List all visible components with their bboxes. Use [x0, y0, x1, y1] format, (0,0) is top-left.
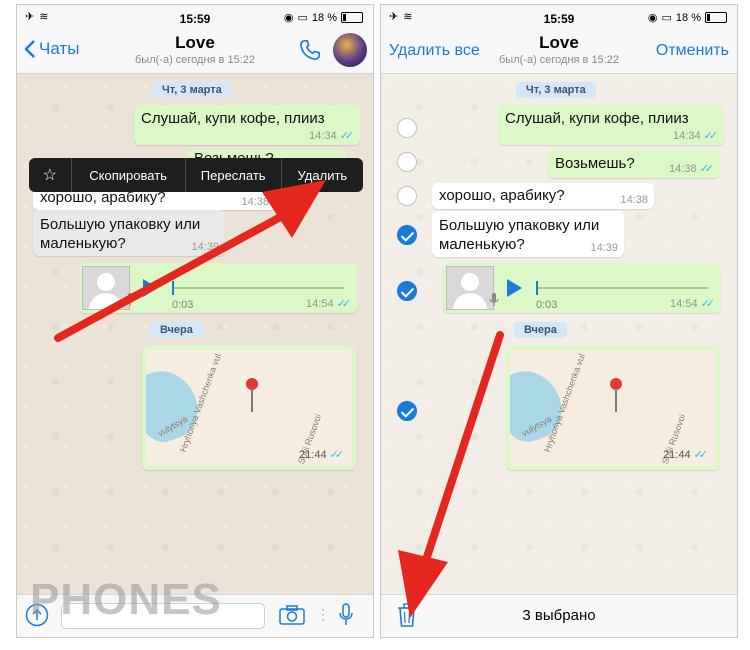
left-screen: ✈ ≋ 15:59 ◉ ▭ 18 % Чаты Love был(-а) сег… — [16, 4, 374, 638]
battery-percent: 18 % — [311, 11, 337, 24]
battery-icon — [341, 12, 363, 23]
selected-count: 3 выбрано — [522, 607, 596, 624]
right-screen: ✈ ≋ 15:59 ◉ ▭ 18 % Удалить все Love был(… — [380, 4, 738, 638]
message-text: Слушай, купи кофе, плииз — [505, 110, 689, 127]
map-thumbnail: Hryhoriya Vashchenka vul Sofii Rusovoi v… — [510, 350, 716, 466]
voice-progress-track[interactable] — [172, 287, 344, 289]
message-time: 21:44 — [663, 448, 691, 461]
read-check-icon: ✓✓ — [339, 130, 355, 142]
voice-progress-knob[interactable] — [172, 281, 174, 295]
message-time: 14:39 — [590, 242, 618, 254]
message-text: Большую упаковку или маленькую? — [439, 217, 600, 253]
play-icon[interactable] — [143, 279, 158, 297]
copy-button[interactable]: Скопировать — [72, 158, 186, 192]
message-time: 21:44 — [299, 448, 327, 461]
message-time: 14:34 — [309, 129, 337, 142]
chat-nav-bar: Удалить все Love был(-а) сегодня в 15:22… — [381, 29, 737, 74]
battery-percent: 18 % — [675, 11, 701, 24]
date-separator: Вчера — [150, 322, 203, 338]
forward-button[interactable]: Переслать — [186, 158, 282, 192]
date-separator: Чт, 3 марта — [516, 82, 596, 98]
star-button[interactable]: ☆ — [29, 158, 72, 192]
message-bubble[interactable]: Слушай, купи кофе, плииз 14:34 ✓✓ — [134, 105, 360, 145]
play-icon[interactable] — [507, 279, 522, 297]
message-bubble[interactable]: Большую упаковку или маленькую? 14:39 — [33, 210, 225, 256]
message-bubble[interactable]: хорошо, арабику? 14:38 — [432, 183, 654, 209]
camera-icon[interactable] — [279, 605, 305, 625]
message-time: 14:39 — [191, 241, 219, 253]
map-thumbnail: Hryhoriya Vashchenka vul Sofii Rusovoi v… — [146, 350, 352, 466]
message-time: 14:54 — [306, 297, 334, 310]
message-text: Возьмешь? — [555, 155, 635, 172]
date-separator: Вчера — [514, 322, 567, 338]
read-check-icon: ✓✓ — [703, 130, 719, 142]
status-bar: ✈ ≋ 15:59 ◉ ▭ 18 % — [381, 5, 737, 29]
cancel-button[interactable]: Отменить — [656, 42, 729, 60]
alarm-icon: ◉ — [647, 12, 658, 24]
voice-message[interactable]: 0:03 14:54 ✓✓ — [79, 263, 357, 313]
date-separator: Чт, 3 марта — [152, 82, 232, 98]
selection-toolbar: 3 выбрано — [381, 594, 737, 637]
message-bubble[interactable]: Большую упаковку или маленькую? 14:39 — [432, 211, 624, 257]
message-bubble[interactable]: Слушай, купи кофе, плииз 14:34 ✓✓ — [498, 105, 724, 145]
select-checkbox[interactable] — [397, 118, 417, 138]
battery-icon — [705, 12, 727, 23]
message-time: 14:54 — [670, 297, 698, 310]
avatar[interactable] — [333, 33, 367, 67]
message-text: Большую упаковку или маленькую? — [40, 216, 201, 252]
read-check-icon: ✓✓ — [329, 449, 345, 461]
select-checkbox[interactable] — [397, 186, 417, 206]
sender-photo — [82, 266, 130, 310]
screen-icon: ▭ — [297, 12, 308, 24]
select-checkbox[interactable] — [397, 152, 417, 172]
message-time: 14:38 — [620, 194, 648, 206]
location-message[interactable]: Hryhoriya Vashchenka vul Sofii Rusovoi v… — [142, 346, 356, 470]
sender-photo — [446, 266, 494, 310]
voice-progress-track[interactable] — [536, 287, 708, 289]
chat-nav-bar: Чаты Love был(-а) сегодня в 15:22 — [17, 29, 373, 74]
voice-progress-knob[interactable] — [536, 281, 538, 295]
message-text: Слушай, купи кофе, плииз — [141, 110, 325, 127]
phone-icon[interactable] — [299, 39, 321, 61]
read-check-icon: ✓✓ — [336, 298, 352, 310]
select-checkbox-checked[interactable] — [397, 401, 417, 421]
message-time: 14:38 — [669, 162, 697, 175]
read-check-icon: ✓✓ — [699, 163, 715, 175]
context-menu: ☆ Скопировать Переслать Удалить — [29, 158, 363, 192]
chat-area: Чт, 3 марта Слушай, купи кофе, плииз 14:… — [17, 74, 373, 594]
mic-icon[interactable] — [339, 603, 353, 627]
mic-icon — [489, 293, 499, 306]
screen-icon: ▭ — [661, 12, 672, 24]
voice-duration: 0:03 — [172, 299, 194, 311]
select-checkbox-checked[interactable] — [397, 225, 417, 245]
status-bar: ✈ ≋ 15:59 ◉ ▭ 18 % — [17, 5, 373, 29]
message-bubble[interactable]: Возьмешь? 14:38 ✓✓ — [548, 150, 720, 178]
voice-duration: 0:03 — [536, 299, 558, 311]
watermark: PHONES — [30, 575, 222, 624]
chat-area: Чт, 3 марта Слушай, купи кофе, плииз 14:… — [381, 74, 737, 594]
message-text: хорошо, арабику? — [439, 187, 565, 204]
alarm-icon: ◉ — [283, 12, 294, 24]
read-check-icon: ✓✓ — [693, 449, 709, 461]
message-time: 14:38 — [241, 196, 269, 208]
select-checkbox-checked[interactable] — [397, 281, 417, 301]
mic-icon — [125, 293, 135, 306]
voice-message[interactable]: 0:03 14:54 ✓✓ — [443, 263, 721, 313]
delete-button[interactable]: Удалить — [282, 158, 363, 192]
message-time: 14:34 — [673, 129, 701, 142]
location-message[interactable]: Hryhoriya Vashchenka vul Sofii Rusovoi v… — [506, 346, 720, 470]
read-check-icon: ✓✓ — [700, 298, 716, 310]
